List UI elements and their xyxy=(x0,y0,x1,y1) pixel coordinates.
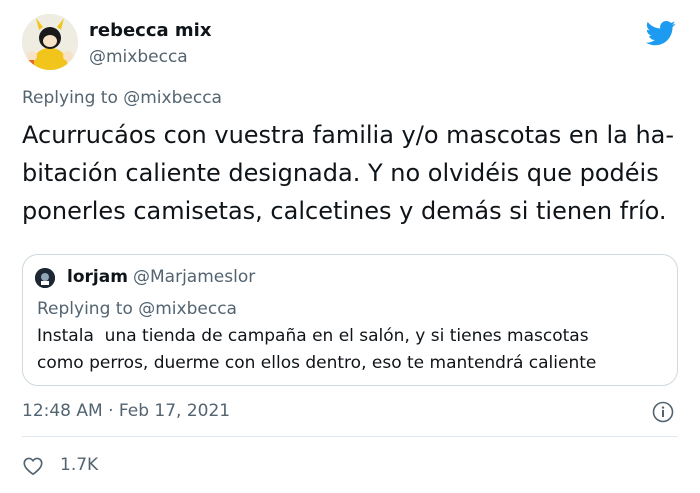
tweet-text-line: bitación caliente designada. Y no olvidé… xyxy=(22,159,659,187)
quoted-author-name: lorjam xyxy=(67,267,128,287)
author-handle[interactable]: @mixbecca xyxy=(89,47,188,67)
quoted-text-line: Instala una tienda de campaña en el saló… xyxy=(37,326,589,346)
tweet-date: Feb 17, 2021 xyxy=(118,401,231,421)
replying-mention[interactable]: @mixbecca xyxy=(123,88,222,108)
tweet-card: rebecca mix @mixbecca Replying to @mixbe… xyxy=(0,0,700,493)
quoted-author-handle: @Marjameslor xyxy=(133,267,256,287)
tweet-text-line: ponerles camisetas, calcetines y demás s… xyxy=(22,197,667,225)
author-name[interactable]: rebecca mix xyxy=(89,20,211,41)
replying-to: Replying to @mixbecca xyxy=(22,88,222,108)
quoted-avatar xyxy=(35,268,55,288)
tweet-text-line: Acurrucáos con vuestra familia y/o masco… xyxy=(22,121,675,149)
like-count: 1.7K xyxy=(60,455,99,475)
avatar-illustration xyxy=(22,14,78,70)
meta-separator: · xyxy=(102,401,119,421)
quoted-replying-to: Replying to @mixbecca xyxy=(37,299,237,319)
like-action[interactable]: 1.7K xyxy=(22,452,172,478)
tweet-timestamp[interactable]: 12:48 AM · Feb 17, 2021 xyxy=(22,401,230,421)
twitter-bird-icon[interactable] xyxy=(644,18,678,48)
quoted-tweet[interactable]: lorjam @Marjameslor Replying to @mixbecc… xyxy=(22,254,678,386)
quoted-replying-prefix: Replying to xyxy=(37,299,139,319)
avatar[interactable] xyxy=(22,14,78,70)
info-icon[interactable] xyxy=(652,401,674,423)
quoted-text-line: como perros, duerme con ellos dentro, es… xyxy=(37,353,597,373)
tweet-header: rebecca mix @mixbecca xyxy=(22,14,682,74)
tweet-text: Acurrucáos con vuestra familia y/o masco… xyxy=(22,116,682,230)
heart-icon[interactable] xyxy=(22,455,44,477)
tweet-time: 12:48 AM xyxy=(22,401,103,421)
divider xyxy=(22,436,678,437)
replying-prefix: Replying to xyxy=(22,88,124,108)
quoted-text: Instala una tienda de campaña en el saló… xyxy=(37,323,667,377)
quoted-replying-mention: @mixbecca xyxy=(138,299,237,319)
